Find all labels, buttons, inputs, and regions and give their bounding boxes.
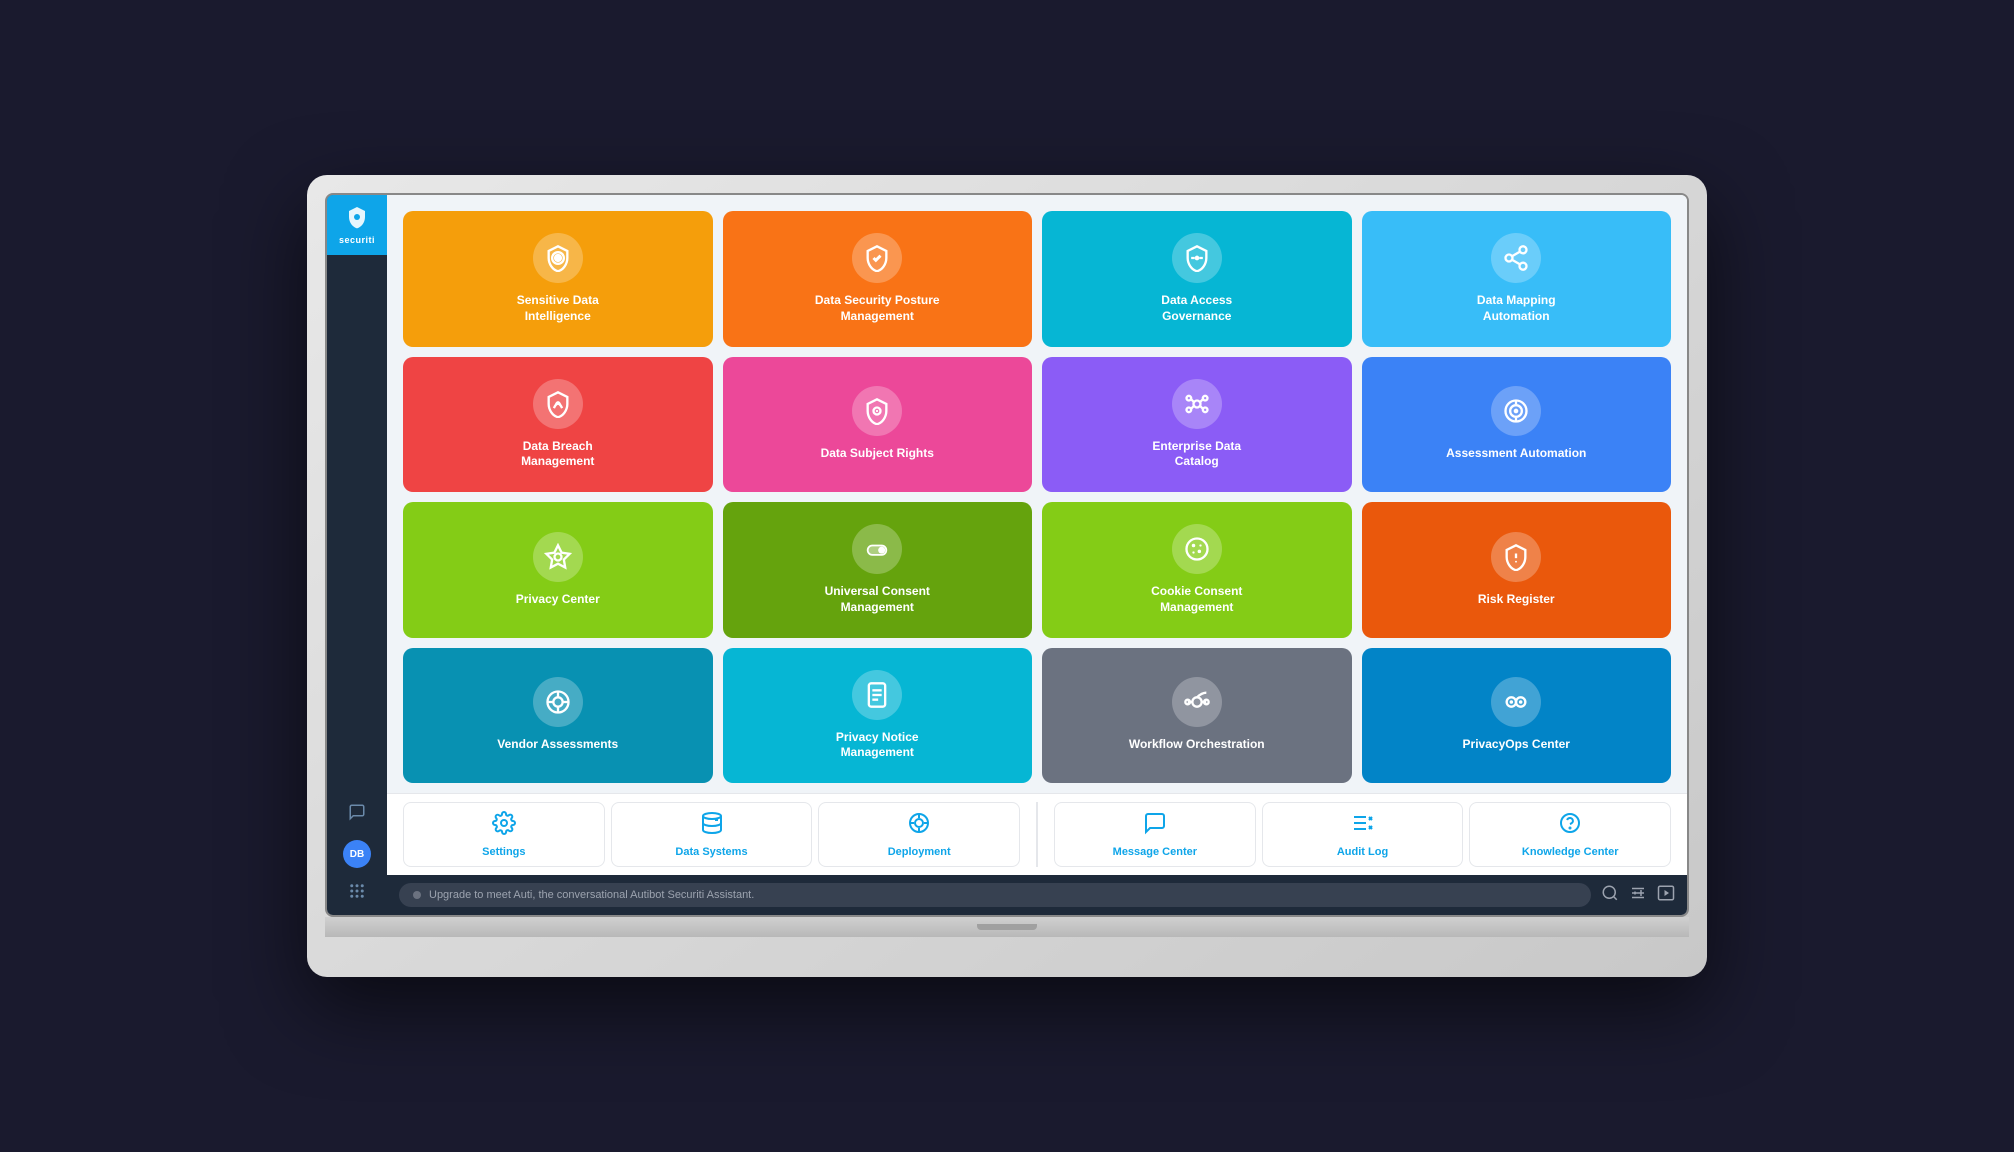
tile-icon-consent [852, 524, 902, 574]
tile-label-notice: Privacy NoticeManagement [836, 730, 919, 761]
chat-dot [413, 891, 421, 899]
tile-icon-privacy [533, 532, 583, 582]
tile-icon-risk [1491, 532, 1541, 582]
laptop-screen: securiti DB [325, 193, 1689, 917]
tile-privacyops-center[interactable]: PrivacyOps Center [1362, 648, 1672, 784]
tile-icon-assessment [1491, 386, 1541, 436]
laptop-notch [977, 924, 1037, 930]
tiles-grid: Sensitive DataIntelligence Data Security… [387, 195, 1687, 793]
tile-label-risk: Risk Register [1478, 592, 1555, 608]
sidebar-logo[interactable]: securiti [327, 195, 387, 255]
tile-vendor-assessments[interactable]: Vendor Assessments [403, 648, 713, 784]
chat-icon[interactable] [348, 803, 366, 826]
tile-icon-privacyops [1491, 677, 1541, 727]
tile-label-consent: Universal ConsentManagement [825, 584, 930, 615]
tile-icon-vendor [533, 677, 583, 727]
tile-label-subject: Data Subject Rights [821, 446, 934, 462]
tool-message-center[interactable]: Message Center [1054, 802, 1256, 867]
play-icon[interactable] [1657, 884, 1675, 907]
tile-label-vendor: Vendor Assessments [497, 737, 618, 753]
tile-sensitive-data-intelligence[interactable]: Sensitive DataIntelligence [403, 211, 713, 347]
tile-enterprise-catalog[interactable]: Enterprise DataCatalog [1042, 357, 1352, 493]
tile-privacy-center[interactable]: Privacy Center [403, 502, 713, 638]
tile-label-access: Data AccessGovernance [1161, 293, 1232, 324]
chat-bar[interactable]: Upgrade to meet Auti, the conversational… [399, 883, 1591, 907]
tile-privacy-notice[interactable]: Privacy NoticeManagement [723, 648, 1033, 784]
tool-settings[interactable]: Settings [403, 802, 605, 867]
data-systems-icon [700, 811, 724, 841]
filter-icon[interactable] [1629, 884, 1647, 907]
apps-icon[interactable] [348, 882, 366, 905]
tool-audit-label: Audit Log [1337, 846, 1388, 858]
settings-icon [492, 811, 516, 841]
audit-log-icon [1351, 811, 1375, 841]
tool-deployment-label: Deployment [888, 846, 951, 858]
tools-row: Settings Data Systems [387, 793, 1687, 875]
tile-label-privacyops: PrivacyOps Center [1463, 737, 1570, 753]
tile-label-security: Data Security PostureManagement [815, 293, 940, 324]
tool-message-label: Message Center [1113, 846, 1197, 858]
tool-data-systems[interactable]: Data Systems [611, 802, 813, 867]
tool-divider [1036, 802, 1038, 867]
tile-data-subject-rights[interactable]: Data Subject Rights [723, 357, 1033, 493]
tile-icon-catalog [1172, 379, 1222, 429]
deployment-icon [907, 811, 931, 841]
user-avatar[interactable]: DB [343, 840, 371, 868]
tile-risk-register[interactable]: Risk Register [1362, 502, 1672, 638]
sidebar: securiti DB [327, 195, 387, 915]
tile-label-assessment: Assessment Automation [1446, 446, 1586, 462]
tile-icon-sensitive [533, 233, 583, 283]
tile-icon-mapping [1491, 233, 1541, 283]
tile-data-access-governance[interactable]: Data AccessGovernance [1042, 211, 1352, 347]
tool-data-systems-label: Data Systems [675, 846, 747, 858]
tool-deployment[interactable]: Deployment [818, 802, 1020, 867]
message-center-icon [1143, 811, 1167, 841]
tile-label-breach: Data BreachManagement [521, 439, 594, 470]
tile-icon-notice [852, 670, 902, 720]
main-content: Sensitive DataIntelligence Data Security… [387, 195, 1687, 915]
tile-label-catalog: Enterprise DataCatalog [1152, 439, 1241, 470]
tool-audit-log[interactable]: Audit Log [1262, 802, 1464, 867]
laptop-chin [325, 917, 1689, 937]
logo-icon [345, 205, 369, 235]
tile-icon-cookie [1172, 524, 1222, 574]
tile-cookie-consent[interactable]: Cookie ConsentManagement [1042, 502, 1352, 638]
tile-data-breach[interactable]: Data BreachManagement [403, 357, 713, 493]
tile-icon-workflow [1172, 677, 1222, 727]
sidebar-bottom: DB [343, 803, 371, 905]
tile-label-sensitive: Sensitive DataIntelligence [517, 293, 599, 324]
tile-label-workflow: Workflow Orchestration [1129, 737, 1265, 753]
tile-data-security-posture[interactable]: Data Security PostureManagement [723, 211, 1033, 347]
tool-knowledge-label: Knowledge Center [1522, 846, 1619, 858]
bottom-bar: Upgrade to meet Auti, the conversational… [387, 875, 1687, 915]
tile-icon-access [1172, 233, 1222, 283]
tile-icon-breach [533, 379, 583, 429]
app-container: securiti DB [327, 195, 1687, 915]
search-icon[interactable] [1601, 884, 1619, 907]
tile-assessment-automation[interactable]: Assessment Automation [1362, 357, 1672, 493]
tile-icon-subject [852, 386, 902, 436]
tile-label-privacy: Privacy Center [516, 592, 600, 608]
tile-icon-security [852, 233, 902, 283]
tool-settings-label: Settings [482, 846, 525, 858]
laptop-frame: securiti DB [307, 175, 1707, 977]
tile-label-cookie: Cookie ConsentManagement [1151, 584, 1242, 615]
bottom-bar-icons [1601, 884, 1675, 907]
knowledge-center-icon [1558, 811, 1582, 841]
logo-text: securiti [339, 235, 375, 245]
tool-knowledge-center[interactable]: Knowledge Center [1469, 802, 1671, 867]
tile-universal-consent[interactable]: Universal ConsentManagement [723, 502, 1033, 638]
chat-placeholder-text: Upgrade to meet Auti, the conversational… [429, 889, 754, 901]
tile-label-mapping: Data MappingAutomation [1477, 293, 1556, 324]
tile-data-mapping[interactable]: Data MappingAutomation [1362, 211, 1672, 347]
tile-workflow-orchestration[interactable]: Workflow Orchestration [1042, 648, 1352, 784]
